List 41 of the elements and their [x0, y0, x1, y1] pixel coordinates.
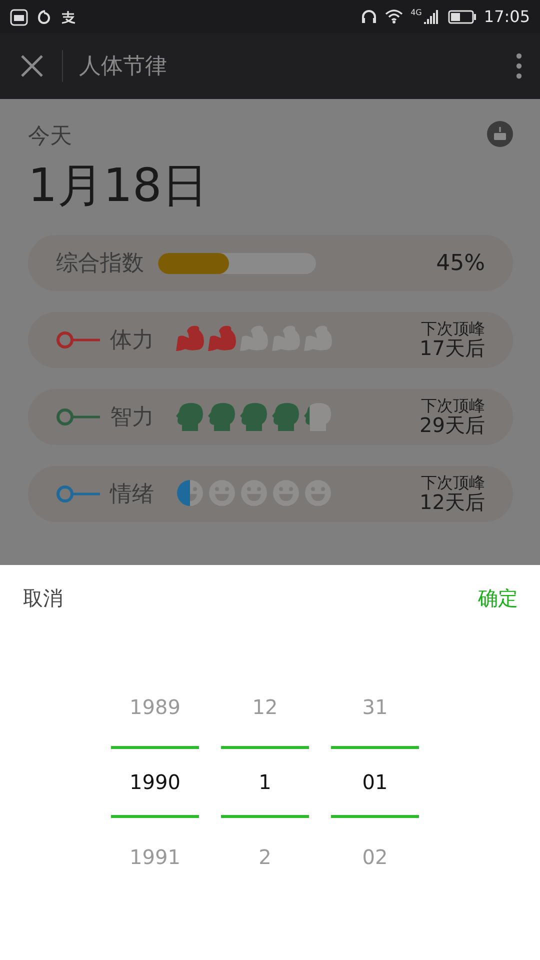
picker-option[interactable]: 1 [221, 746, 309, 818]
next-peak-label: 下次顶峰 [421, 321, 485, 338]
picker-option[interactable]: 1991 [111, 832, 199, 882]
next-peak-days: 17天后 [420, 338, 485, 359]
signal-icon [424, 9, 440, 24]
smiley-icon [176, 479, 204, 509]
index-label: 综合指数 [56, 250, 144, 278]
picker-option[interactable]: 31 [331, 682, 419, 732]
close-icon[interactable] [20, 54, 44, 78]
head-icon [240, 402, 268, 432]
calendar-app-icon [10, 8, 28, 26]
picker-option[interactable]: 02 [331, 832, 419, 882]
rhythm-label: 智力 [110, 404, 154, 432]
next-peak-label: 下次顶峰 [421, 398, 485, 415]
cake-icon[interactable] [487, 121, 513, 147]
clock-time: 17:05 [484, 7, 530, 26]
next-peak-days: 29天后 [420, 414, 485, 436]
picker-option[interactable]: 2 [221, 832, 309, 882]
head-icon [272, 402, 300, 432]
next-peak-days: 12天后 [420, 492, 485, 513]
network-type: 4G [410, 8, 422, 17]
index-percentage: 45% [436, 250, 485, 276]
head-icon [304, 402, 332, 432]
head-icon [208, 402, 236, 432]
picker-option[interactable]: 1989 [111, 682, 199, 732]
more-menu-icon[interactable] [516, 53, 522, 79]
wifi-icon [384, 9, 403, 24]
picker-option[interactable]: 12 [221, 682, 309, 732]
today-label: 今天 [28, 123, 72, 151]
next-peak-label: 下次顶峰 [421, 475, 485, 492]
headset-icon [360, 8, 377, 24]
rhythm-label: 情绪 [110, 481, 154, 509]
picker-option[interactable]: 01 [331, 746, 419, 818]
head-icon [176, 402, 204, 432]
picker-option[interactable]: 1990 [111, 746, 199, 818]
confirm-button[interactable]: 确定 [478, 585, 518, 612]
rhythm-label: 体力 [110, 327, 154, 355]
cancel-button[interactable]: 取消 [23, 585, 63, 612]
page-title: 人体节律 [79, 53, 168, 81]
date-heading: 1月18日 [28, 157, 209, 214]
battery-icon [448, 10, 476, 24]
